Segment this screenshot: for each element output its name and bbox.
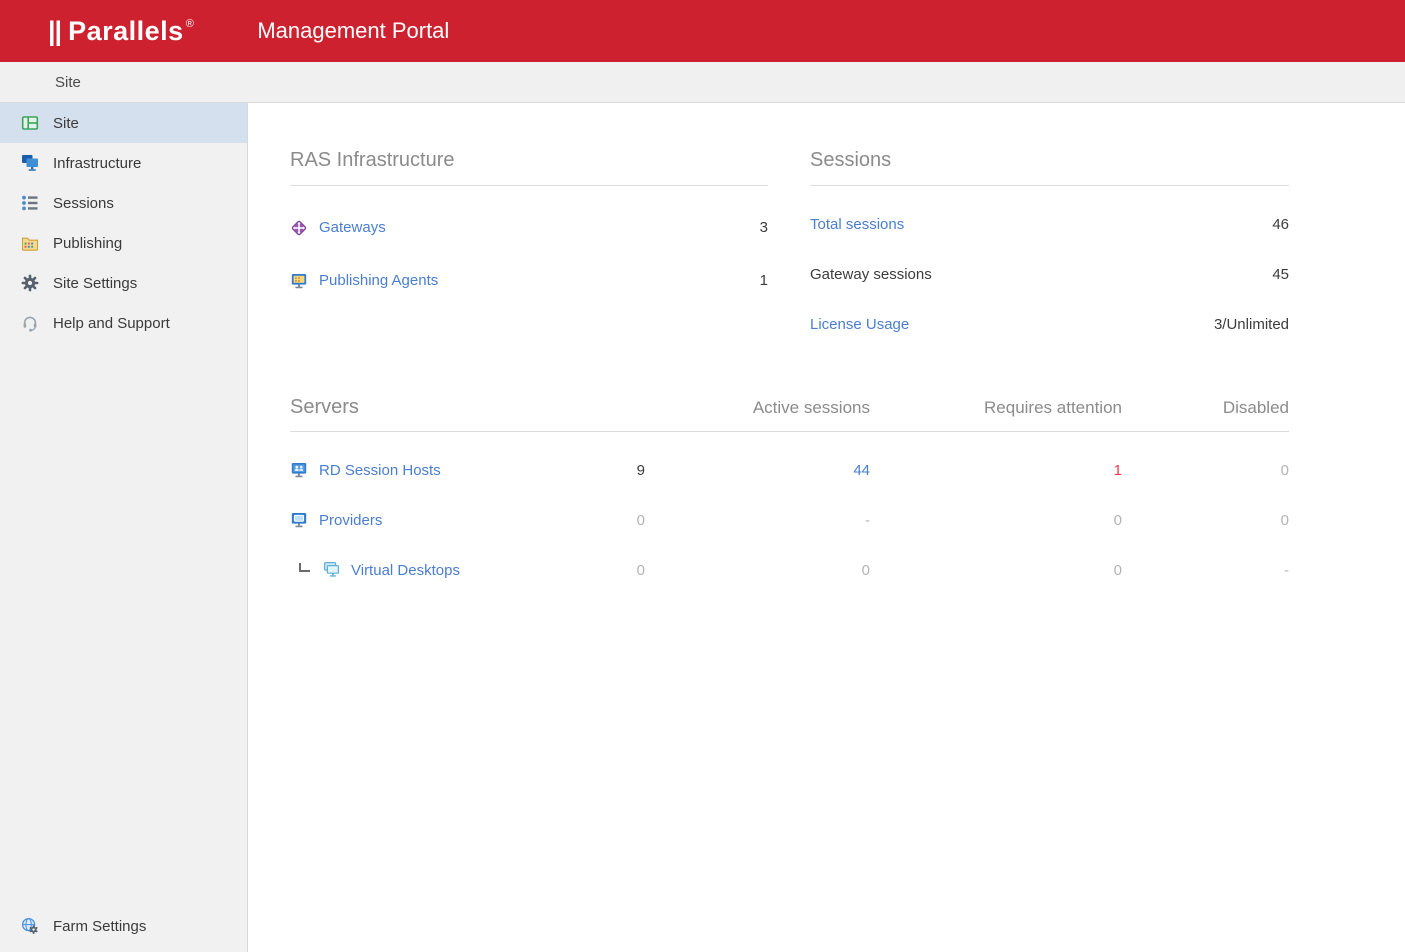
tree-connector-icon bbox=[299, 563, 310, 572]
rd-session-host-icon bbox=[290, 461, 308, 479]
provider-icon bbox=[290, 511, 308, 529]
sidebar-item-site[interactable]: Site bbox=[0, 103, 247, 143]
total-sessions-value: 46 bbox=[1272, 216, 1289, 233]
app-title: Management Portal bbox=[257, 18, 449, 44]
servers-section: Servers Active sessions Requires attenti… bbox=[290, 396, 1289, 595]
content: RAS Infrastructure Gateways 3 Publishing… bbox=[248, 103, 1405, 952]
server-label-cell: Providers bbox=[290, 511, 560, 529]
providers-active-sessions: - bbox=[645, 512, 870, 529]
sidebar-item-label: Help and Support bbox=[53, 315, 170, 332]
providers-requires-attention: 0 bbox=[870, 512, 1122, 529]
ras-infrastructure-title: RAS Infrastructure bbox=[290, 149, 768, 186]
session-list-icon bbox=[21, 194, 39, 212]
sessions-row-gateway-sessions: Gateway sessions 45 bbox=[810, 249, 1289, 299]
publishing-agents-count: 1 bbox=[760, 272, 768, 289]
server-row-providers: Providers 0-00 bbox=[290, 495, 1289, 545]
gateways-count: 3 bbox=[760, 219, 768, 236]
rd-session-hosts-count: 9 bbox=[560, 462, 645, 479]
breadcrumb-site[interactable]: Site bbox=[55, 74, 81, 91]
publishing-agents-link[interactable]: Publishing Agents bbox=[319, 272, 438, 289]
rd-session-hosts-disabled: 0 bbox=[1122, 462, 1289, 479]
sidebar-item-publishing[interactable]: Publishing bbox=[0, 223, 247, 263]
monitors-icon bbox=[21, 154, 39, 172]
top-sections: RAS Infrastructure Gateways 3 Publishing… bbox=[248, 103, 1405, 349]
sidebar: Site Infrastructure Sessions Publishing … bbox=[0, 103, 248, 952]
sidebar-item-sessions[interactable]: Sessions bbox=[0, 183, 247, 223]
sidebar-item-label: Sessions bbox=[53, 195, 114, 212]
sidebar-item-label: Site Settings bbox=[53, 275, 137, 292]
publishing-folder-icon bbox=[21, 234, 39, 252]
sessions-section: Sessions Total sessions 46 Gateway sessi… bbox=[810, 149, 1289, 349]
column-header-active-sessions: Active sessions bbox=[645, 398, 870, 418]
gateway-icon bbox=[290, 219, 308, 237]
sessions-row-total-sessions: Total sessions 46 bbox=[810, 199, 1289, 249]
globe-gear-icon bbox=[21, 917, 39, 935]
gateway-sessions-value: 45 bbox=[1272, 266, 1289, 283]
providers-link[interactable]: Providers bbox=[319, 512, 382, 529]
virtual-desktop-icon bbox=[322, 561, 340, 579]
column-header-requires-attention: Requires attention bbox=[870, 398, 1122, 418]
rd-session-hosts-link[interactable]: RD Session Hosts bbox=[319, 462, 441, 479]
site-grid-icon bbox=[21, 114, 39, 132]
infra-row-publishing-agents: Publishing Agents 1 bbox=[290, 254, 768, 307]
ras-infrastructure-rows: Gateways 3 Publishing Agents 1 bbox=[290, 201, 768, 307]
server-label-cell: RD Session Hosts bbox=[290, 461, 560, 479]
sidebar-item-label: Farm Settings bbox=[53, 918, 146, 935]
virtual-desktops-link[interactable]: Virtual Desktops bbox=[351, 562, 460, 579]
sidebar-item-farm-settings[interactable]: Farm Settings bbox=[0, 906, 247, 946]
server-row-rd-session-hosts: RD Session Hosts 94410 bbox=[290, 445, 1289, 495]
sessions-rows: Total sessions 46 Gateway sessions 45 Li… bbox=[810, 199, 1289, 349]
ras-infrastructure-section: RAS Infrastructure Gateways 3 Publishing… bbox=[290, 149, 768, 349]
sidebar-nav: Site Infrastructure Sessions Publishing … bbox=[0, 103, 247, 343]
sidebar-item-infrastructure[interactable]: Infrastructure bbox=[0, 143, 247, 183]
logo-bars-icon: || bbox=[48, 16, 61, 47]
publishing-agent-icon bbox=[290, 272, 308, 290]
total-sessions-link[interactable]: Total sessions bbox=[810, 216, 904, 233]
sidebar-item-help-and-support[interactable]: Help and Support bbox=[0, 303, 247, 343]
providers-disabled: 0 bbox=[1122, 512, 1289, 529]
sessions-title: Sessions bbox=[810, 149, 1289, 186]
sidebar-item-label: Publishing bbox=[53, 235, 122, 252]
main-row: Site Infrastructure Sessions Publishing … bbox=[0, 103, 1405, 952]
license-usage-value: 3/Unlimited bbox=[1214, 316, 1289, 333]
column-header-disabled: Disabled bbox=[1122, 398, 1289, 418]
virtual-desktops-requires-attention: 0 bbox=[870, 562, 1122, 579]
infra-row-gateways: Gateways 3 bbox=[290, 201, 768, 254]
sidebar-item-site-settings[interactable]: Site Settings bbox=[0, 263, 247, 303]
servers-table-body: RD Session Hosts 94410 Providers 0-00 Vi… bbox=[290, 445, 1289, 595]
registered-mark: ® bbox=[186, 18, 195, 30]
sidebar-item-label: Site bbox=[53, 115, 79, 132]
sessions-row-license-usage: License Usage 3/Unlimited bbox=[810, 299, 1289, 349]
virtual-desktops-active-sessions: 0 bbox=[645, 562, 870, 579]
sidebar-item-label: Infrastructure bbox=[53, 155, 141, 172]
servers-title: Servers bbox=[290, 396, 645, 419]
sidebar-footer: Farm Settings bbox=[0, 906, 247, 946]
gear-icon bbox=[21, 274, 39, 292]
server-row-virtual-desktops: Virtual Desktops 000- bbox=[290, 545, 1289, 595]
gateways-link[interactable]: Gateways bbox=[319, 219, 386, 236]
rd-session-hosts-active-sessions[interactable]: 44 bbox=[645, 462, 870, 479]
app-header: || Parallels ® Management Portal bbox=[0, 0, 1405, 62]
providers-count: 0 bbox=[560, 512, 645, 529]
parallels-logo: || Parallels ® bbox=[48, 16, 194, 47]
virtual-desktops-disabled: - bbox=[1122, 562, 1289, 579]
server-label-cell: Virtual Desktops bbox=[290, 561, 560, 579]
gateway-sessions-label: Gateway sessions bbox=[810, 266, 932, 283]
breadcrumb: Site bbox=[0, 62, 1405, 103]
headset-icon bbox=[21, 314, 39, 332]
servers-table-header: Servers Active sessions Requires attenti… bbox=[290, 396, 1289, 432]
virtual-desktops-count: 0 bbox=[560, 562, 645, 579]
license-usage-link[interactable]: License Usage bbox=[810, 316, 909, 333]
logo-text: Parallels bbox=[68, 16, 184, 47]
rd-session-hosts-requires-attention: 1 bbox=[870, 462, 1122, 479]
